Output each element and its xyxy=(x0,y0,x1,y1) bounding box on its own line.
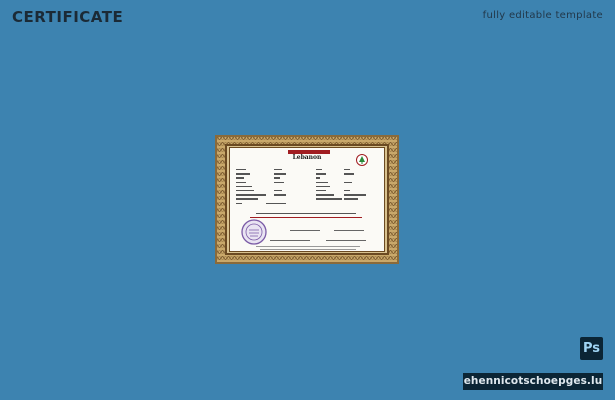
fine-print xyxy=(260,249,356,251)
page-title: CERTIFICATE xyxy=(12,8,124,26)
brand-badge: ehennicotschoepges.lu xyxy=(463,373,603,390)
date-line xyxy=(326,240,366,242)
certificate-preview: Lebanon xyxy=(215,135,399,264)
signature-line xyxy=(290,230,320,232)
fine-print xyxy=(256,246,360,248)
certificate-field-rows xyxy=(236,169,376,221)
certificate-body: Lebanon xyxy=(229,147,385,252)
stamp-seal-icon xyxy=(241,219,267,245)
signature-line xyxy=(334,230,364,232)
cedar-flag-icon xyxy=(356,154,368,166)
photoshop-icon: Ps xyxy=(580,337,603,360)
date-line xyxy=(270,240,310,242)
tagline: fully editable template xyxy=(482,10,603,21)
